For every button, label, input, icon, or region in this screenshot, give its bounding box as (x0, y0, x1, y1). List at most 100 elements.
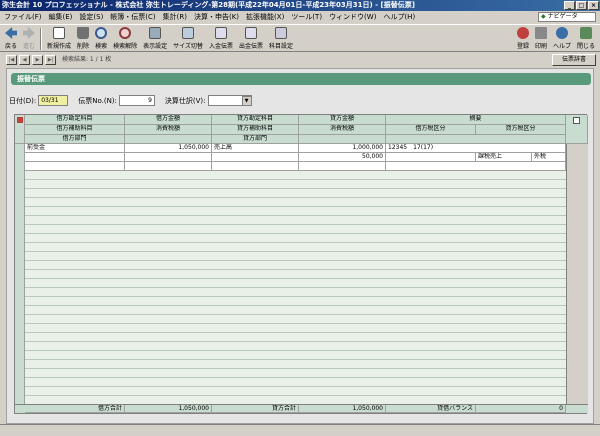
entry-tax-class[interactable]: 課税売上 (476, 153, 532, 162)
withdrawal-slip-icon (244, 27, 257, 39)
header-debit-tax: 消費税額 (125, 125, 212, 135)
entry-credit-dept[interactable] (212, 162, 299, 171)
grid-corner-icon (15, 115, 25, 144)
deposit-slip-label: 入金伝票 (208, 43, 233, 50)
trash-icon (77, 27, 90, 39)
menu-books[interactable]: 帳簿・伝票(C) (110, 12, 155, 22)
menu-edit[interactable]: 編集(E) (49, 12, 73, 22)
last-record-button[interactable]: ▶| (45, 55, 56, 65)
credit-total-value: 1,050,000 (299, 405, 386, 413)
menu-extension[interactable]: 拡張機能(X) (246, 12, 284, 22)
header-credit-amount: 貸方金額 (299, 115, 386, 125)
back-arrow-icon (5, 27, 17, 39)
date-field[interactable]: 03/31 (38, 95, 69, 106)
clear-search-icon (119, 27, 132, 39)
entry-debit-amount[interactable]: 1,050,000 (125, 144, 212, 153)
debit-total-value: 1,050,000 (125, 405, 212, 413)
entry-debit-account[interactable]: 前受金 (25, 144, 125, 153)
header-debit-account: 借方勘定科目 (25, 115, 125, 125)
menu-window[interactable]: ウィンドウ(W) (329, 12, 376, 22)
record-navigation: |◀ ◀ ▶ ▶| 検索結果: 1 / 1 枚 伝票辞書 (0, 53, 600, 67)
next-record-button[interactable]: ▶ (32, 55, 43, 65)
grid-header: 借方勘定科目 借方金額 貸方勘定科目 貸方金額 摘要 借方補助科目 消費税額 貸… (15, 115, 588, 144)
navigator-label: ナビゲータ (547, 13, 578, 20)
slip-dictionary-button[interactable]: 伝票辞書 (552, 54, 596, 66)
header-credit-sub-account: 貸方補助科目 (212, 125, 299, 135)
menu-help[interactable]: ヘルプ(H) (383, 12, 415, 22)
menu-bar: ファイル(F) 編集(E) 設定(S) 帳簿・伝票(C) 集計(R) 決算・申告… (0, 11, 600, 23)
entry-debit-tax-class[interactable] (386, 153, 476, 162)
size-toggle-icon (182, 27, 195, 39)
forward-button[interactable]: 進む (20, 25, 38, 53)
close-button-label: 閉じる (576, 43, 595, 50)
slip-no-field[interactable]: 9 (118, 95, 155, 106)
forward-arrow-icon (23, 27, 36, 39)
toolbar: 戻る 進む 新規作成 削除 検索 検索解除 表示設定 サイズ切替 入金伝票 出金… (0, 24, 600, 52)
search-result-count: 検索結果: 1 / 1 枚 (62, 56, 112, 63)
grid-settings-icon[interactable] (566, 115, 588, 144)
close-door-icon (579, 27, 592, 39)
vertical-scrollbar[interactable] (566, 144, 588, 405)
forward-button-label: 進む (23, 43, 36, 50)
entry-blank-3 (386, 162, 566, 171)
header-blank-3 (386, 135, 566, 144)
display-settings-button[interactable]: 表示設定 (140, 25, 170, 53)
entry-credit-account[interactable]: 売上高 (212, 144, 299, 153)
printer-icon (534, 27, 547, 39)
header-debit-sub-account: 借方補助科目 (25, 125, 125, 135)
register-icon (516, 27, 529, 39)
panel-title: 振替伝票 (11, 73, 591, 85)
account-settings-button[interactable]: 科目設定 (266, 25, 296, 53)
menu-settings[interactable]: 設定(S) (79, 12, 103, 22)
first-record-button[interactable]: |◀ (6, 55, 17, 65)
menu-tools[interactable]: ツール(T) (291, 12, 322, 22)
register-button[interactable]: 登録 (514, 25, 532, 53)
entry-credit-amount[interactable]: 1,000,000 (299, 144, 386, 153)
search-button[interactable]: 検索 (92, 25, 110, 53)
delete-button[interactable]: 削除 (74, 25, 92, 53)
withdrawal-slip-label: 出金伝票 (238, 43, 263, 50)
entry-credit-tax[interactable]: 50,000 (299, 153, 386, 162)
date-label: 日付(D): (9, 96, 37, 105)
display-settings-icon (149, 27, 162, 39)
minimize-button[interactable]: _ (564, 1, 575, 10)
clear-search-button[interactable]: 検索解除 (110, 25, 140, 53)
help-button-label: ヘルプ (552, 43, 571, 50)
back-button[interactable]: 戻る (2, 25, 20, 53)
row-selector-column (15, 144, 25, 405)
entry-memo[interactable]: 12345 17(17) (386, 144, 566, 153)
header-memo: 摘要 (386, 115, 566, 125)
prev-record-button[interactable]: ◀ (19, 55, 30, 65)
slip-header-form: 日付(D): 03/31 伝票No.(N): 9 決算仕訳(V): ▼ (9, 94, 252, 107)
account-settings-icon (274, 27, 287, 39)
new-button[interactable]: 新規作成 (44, 25, 74, 53)
withdrawal-slip-button[interactable]: 出金伝票 (236, 25, 266, 53)
close-button[interactable]: 閉じる (574, 25, 598, 53)
credit-total-label: 貸方合計 (212, 405, 299, 413)
print-button[interactable]: 印刷 (532, 25, 550, 53)
slip-no-label: 伝票No.(N): (78, 96, 117, 105)
size-toggle-button[interactable]: サイズ切替 (170, 25, 206, 53)
entry-debit-dept[interactable] (25, 162, 125, 171)
header-debit-amount: 借方金額 (125, 115, 212, 125)
entry-credit-sub[interactable] (212, 153, 299, 162)
navigator-button[interactable]: ◆ ナビゲータ (538, 12, 596, 22)
close-window-button[interactable]: × (588, 1, 599, 10)
menu-file[interactable]: ファイル(F) (4, 12, 42, 22)
help-button[interactable]: ヘルプ (550, 25, 574, 53)
menu-closing[interactable]: 決算・申告(K) (194, 12, 239, 22)
maximize-button[interactable]: □ (576, 1, 587, 10)
entry-tax-type[interactable]: 外税 (532, 153, 566, 162)
chevron-down-icon[interactable]: ▼ (241, 95, 252, 106)
entry-blank-1 (125, 162, 212, 171)
balance-value: 0 (476, 405, 566, 413)
delete-button-label: 削除 (77, 43, 90, 50)
menu-summary[interactable]: 集計(R) (163, 12, 187, 22)
deposit-slip-button[interactable]: 入金伝票 (206, 25, 236, 53)
header-credit-account: 貸方勘定科目 (212, 115, 299, 125)
toolbar-separator (40, 28, 43, 50)
entry-debit-tax[interactable] (125, 153, 212, 162)
status-bar (0, 424, 600, 436)
entry-debit-sub[interactable] (25, 153, 125, 162)
header-credit-department: 貸方部門 (212, 135, 299, 144)
